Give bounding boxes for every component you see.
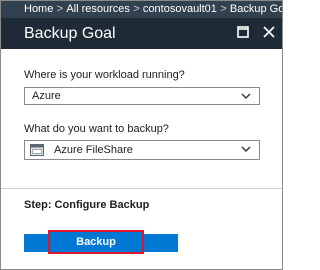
breadcrumb-item-all-resources[interactable]: All resources bbox=[66, 3, 130, 15]
breadcrumb: Home > All resources > contosovault01 > Backup… bbox=[1, 1, 282, 18]
page-title: Backup Goal bbox=[24, 25, 116, 42]
backup-item-value: Azure FileShare bbox=[54, 144, 133, 156]
workload-value: Azure bbox=[32, 90, 61, 102]
step-heading: Step: Configure Backup bbox=[24, 199, 150, 211]
workload-label: Where is your workload running? bbox=[24, 69, 185, 81]
breadcrumb-item-vault[interactable]: contosovault01 bbox=[143, 3, 217, 15]
breadcrumb-separator: > bbox=[133, 3, 140, 15]
workload-select[interactable]: Azure bbox=[24, 87, 260, 105]
close-icon[interactable] bbox=[263, 26, 275, 38]
backup-item-select[interactable]: Azure FileShare bbox=[24, 140, 260, 160]
backup-goal-blade: Home > All resources > contosovault01 > Backup… bbox=[0, 0, 283, 270]
breadcrumb-item-home[interactable]: Home bbox=[24, 3, 53, 15]
fileshare-icon bbox=[30, 144, 44, 156]
chevron-down-icon bbox=[241, 93, 251, 99]
maximize-icon[interactable] bbox=[237, 26, 249, 38]
breadcrumb-separator: > bbox=[56, 3, 64, 15]
section-divider bbox=[1, 188, 282, 189]
breadcrumb-item-backup-goal: Backup Goal bbox=[229, 3, 282, 15]
chevron-down-icon bbox=[241, 146, 251, 152]
backup-button[interactable]: Backup bbox=[48, 230, 144, 254]
backup-item-label: What do you want to backup? bbox=[24, 123, 169, 135]
breadcrumb-separator: > bbox=[220, 3, 227, 15]
